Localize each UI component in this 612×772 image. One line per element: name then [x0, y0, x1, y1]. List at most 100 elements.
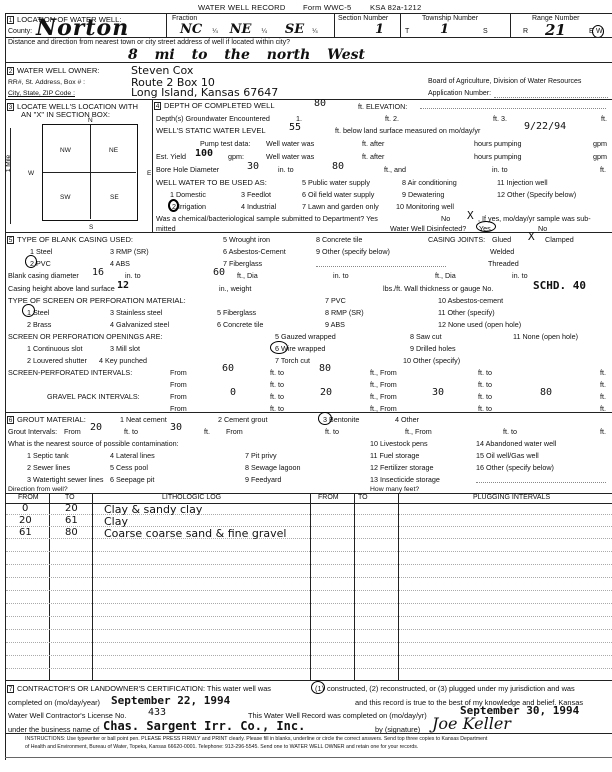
- yield-field[interactable]: 100: [195, 148, 213, 159]
- use-lawn-garden[interactable]: 7 Lawn and garden only: [302, 202, 379, 211]
- screen-other[interactable]: 11 Other (specify): [438, 308, 495, 317]
- completed-field[interactable]: September 22, 1994: [111, 694, 230, 707]
- application-field[interactable]: [494, 97, 608, 98]
- casing-asbestos[interactable]: 6 Asbestos-Cement: [223, 247, 286, 256]
- signature[interactable]: Joe Keller: [432, 714, 511, 733]
- contam-fertilizer[interactable]: 12 Fertilizer storage: [370, 463, 434, 472]
- contam-seepage[interactable]: 6 Seepage pit: [110, 475, 154, 484]
- opening-torch-cut[interactable]: 7 Torch cut: [275, 356, 310, 365]
- static-level-field[interactable]: 55: [289, 122, 301, 133]
- opening-key-punched[interactable]: 4 Key punched: [99, 356, 147, 365]
- depth-field[interactable]: 80: [314, 98, 326, 109]
- screen-brass[interactable]: 2 Brass: [27, 320, 51, 329]
- joints-clamped[interactable]: Clamped: [545, 235, 574, 244]
- section-number-field[interactable]: 1: [375, 22, 384, 37]
- bore-to-field[interactable]: 80: [332, 161, 344, 172]
- joints-threaded[interactable]: Threaded: [488, 259, 519, 268]
- contam-oil-gas[interactable]: 15 Oil well/Gas well: [476, 451, 539, 460]
- gravel-from-field[interactable]: 0: [230, 387, 236, 398]
- casing-other[interactable]: 9 Other (specify below): [316, 247, 390, 256]
- row-log[interactable]: Coarse coarse sand & fine gravel: [104, 527, 286, 540]
- business-field[interactable]: Chas. Sargent Irr. Co., Inc.: [103, 719, 305, 733]
- row-to[interactable]: 61: [65, 515, 78, 526]
- opening-other[interactable]: 10 Other (specify): [403, 356, 460, 365]
- screen-to-field[interactable]: 80: [319, 363, 331, 374]
- contam-septic[interactable]: 1 Septic tank: [27, 451, 69, 460]
- screen-pvc[interactable]: 7 PVC: [325, 296, 346, 305]
- use-dewatering[interactable]: 9 Dewatering: [402, 190, 444, 199]
- use-public-supply[interactable]: 5 Public water supply: [302, 178, 370, 187]
- screen-from-field[interactable]: 60: [222, 363, 234, 374]
- use-domestic[interactable]: 1 Domestic: [170, 190, 206, 199]
- contam-lagoon[interactable]: 8 Sewage lagoon: [245, 463, 301, 472]
- opening-saw-cut[interactable]: 8 Saw cut: [410, 332, 442, 341]
- license-field[interactable]: 433: [148, 707, 166, 718]
- screen-stainless[interactable]: 3 Stainless steel: [110, 308, 162, 317]
- opening-continuous-slot[interactable]: 1 Continuous slot: [27, 344, 83, 353]
- static-date-field[interactable]: 9/22/94: [524, 121, 566, 132]
- screen-asbestos[interactable]: 10 Asbestos-cement: [438, 296, 503, 305]
- contam-sewer[interactable]: 2 Sewer lines: [27, 463, 70, 472]
- use-industrial[interactable]: 4 Industrial: [241, 202, 276, 211]
- casing-wrought-iron[interactable]: 5 Wrought iron: [223, 235, 270, 244]
- quadrant-se[interactable]: SE: [110, 194, 119, 201]
- opening-mill-slot[interactable]: 3 Mill slot: [110, 344, 140, 353]
- gravel-to-field[interactable]: 20: [320, 387, 332, 398]
- contam-fuel[interactable]: 11 Fuel storage: [370, 451, 419, 460]
- use-feedlot[interactable]: 3 Feedlot: [241, 190, 271, 199]
- opening-drilled[interactable]: 9 Drilled holes: [410, 344, 456, 353]
- casing-abs[interactable]: 4 ABS: [110, 259, 130, 268]
- diameter-to-field[interactable]: 60: [213, 267, 225, 278]
- use-air-conditioning[interactable]: 8 Air conditioning: [402, 178, 457, 187]
- distance-field[interactable]: 8 mi to the north West: [128, 47, 365, 63]
- screen-rmp[interactable]: 8 RMP (SR): [325, 308, 364, 317]
- row-from[interactable]: 61: [19, 527, 32, 538]
- township-field[interactable]: 1: [440, 22, 449, 37]
- screen-concrete[interactable]: 6 Concrete tile: [217, 320, 263, 329]
- row-from[interactable]: 20: [19, 515, 32, 526]
- gauge-field[interactable]: SCHD. 40: [533, 279, 586, 292]
- contam-insecticide[interactable]: 13 Insecticide storage: [370, 475, 440, 484]
- grout-neat-cement[interactable]: 1 Neat cement: [120, 415, 167, 424]
- use-other[interactable]: 12 Other (Specify below): [497, 190, 576, 199]
- contam-abandoned[interactable]: 14 Abandoned water well: [476, 439, 556, 448]
- casing-height-field[interactable]: 12: [117, 280, 129, 291]
- opening-none[interactable]: 11 None (open hole): [513, 332, 578, 341]
- screen-fiberglass[interactable]: 5 Fiberglass: [217, 308, 256, 317]
- grout-to-field[interactable]: 30: [170, 422, 182, 433]
- contam-feedyard[interactable]: 9 Feedyard: [245, 475, 281, 484]
- grout-from-field[interactable]: 20: [90, 422, 102, 433]
- section-box[interactable]: [42, 124, 138, 221]
- contam-other-field[interactable]: [476, 482, 606, 483]
- elevation-field[interactable]: [420, 108, 606, 109]
- gravel-from2-field[interactable]: 30: [432, 387, 444, 398]
- quadrant-nw[interactable]: NW: [60, 147, 71, 154]
- row-to[interactable]: 80: [65, 527, 78, 538]
- bore-field[interactable]: 30: [247, 161, 259, 172]
- screen-none[interactable]: 12 None used (open hole): [438, 320, 521, 329]
- row-from[interactable]: 0: [22, 503, 28, 514]
- casing-concrete-tile[interactable]: 8 Concrete tile: [316, 235, 362, 244]
- grout-other[interactable]: 4 Other: [395, 415, 419, 424]
- casing-fiberglass[interactable]: 7 Fiberglass: [223, 259, 262, 268]
- contam-livestock[interactable]: 10 Livestock pens: [370, 439, 428, 448]
- casing-rmp[interactable]: 3 RMP (SR): [110, 247, 149, 256]
- contam-privy[interactable]: 7 Pit privy: [245, 451, 277, 460]
- city-field[interactable]: Long Island, Kansas 67647: [131, 86, 278, 99]
- contam-cess[interactable]: 5 Cess pool: [110, 463, 148, 472]
- diameter-field[interactable]: 16: [92, 267, 104, 278]
- use-injection[interactable]: 11 Injection well: [497, 178, 548, 187]
- screen-galvanized[interactable]: 4 Galvanized steel: [110, 320, 169, 329]
- use-oil-field[interactable]: 6 Oil field water supply: [302, 190, 374, 199]
- screen-abs[interactable]: 9 ABS: [325, 320, 345, 329]
- row-to[interactable]: 20: [65, 503, 78, 514]
- contam-lateral[interactable]: 4 Lateral lines: [110, 451, 155, 460]
- casing-other-field[interactable]: [316, 266, 446, 267]
- joints-glued[interactable]: Glued: [492, 235, 511, 244]
- contam-watertight[interactable]: 3 Watertight sewer lines: [27, 475, 103, 484]
- opening-louvered[interactable]: 2 Louvered shutter: [27, 356, 87, 365]
- fraction-field[interactable]: NC ¼ NE ¼ SE ¼: [180, 22, 318, 37]
- use-monitoring[interactable]: 10 Monitoring well: [396, 202, 454, 211]
- grout-cement-grout[interactable]: 2 Cement grout: [218, 415, 268, 424]
- sample-no-option[interactable]: No: [441, 214, 450, 223]
